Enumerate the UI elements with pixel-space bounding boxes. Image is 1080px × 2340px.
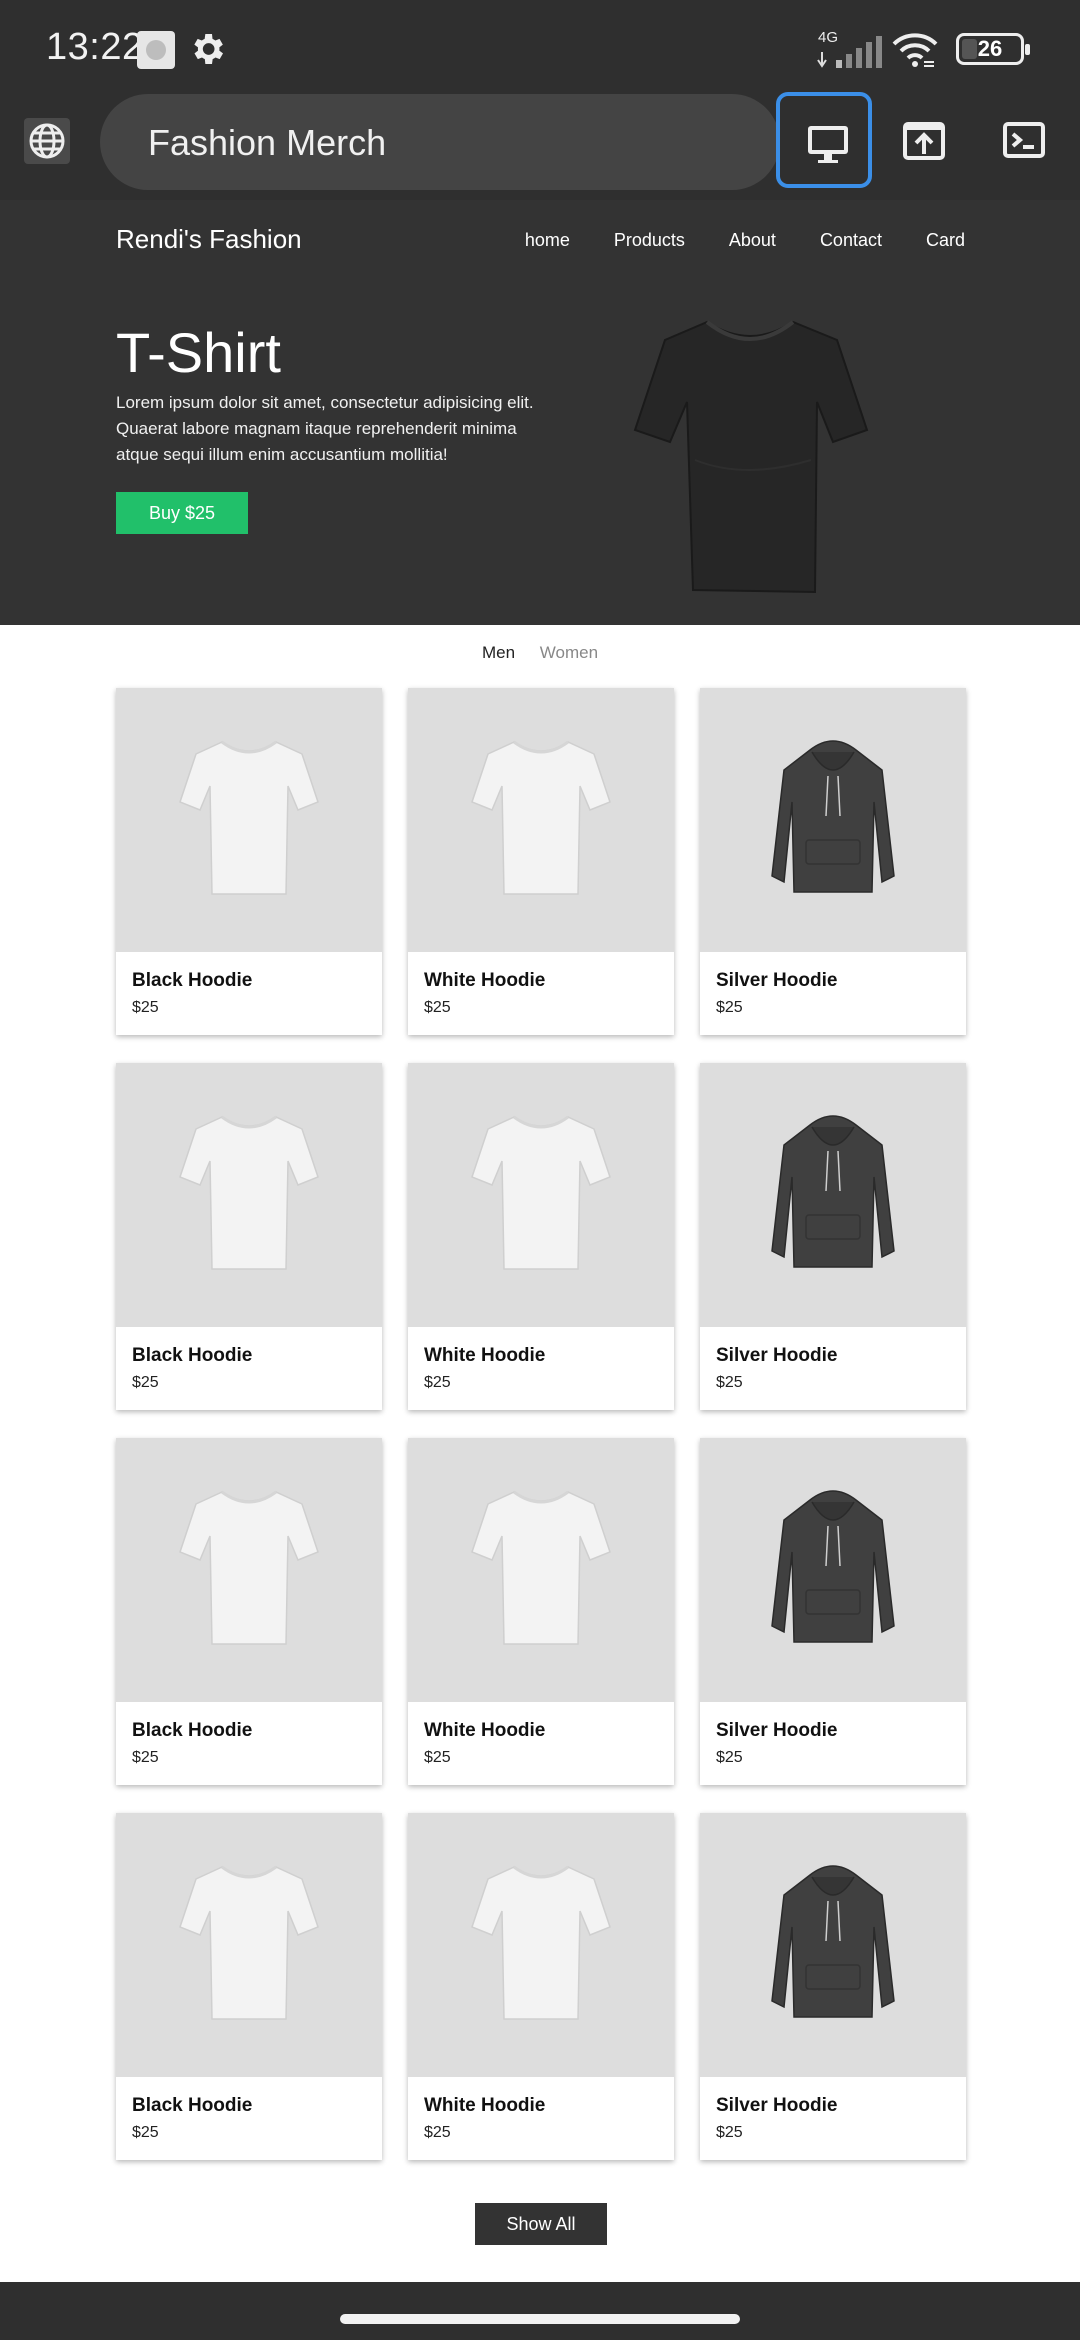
site-nav: home Products About Contact Card	[481, 230, 965, 251]
product-name: Black Hoodie	[132, 1345, 253, 1366]
product-name: Silver Hoodie	[716, 1720, 838, 1741]
home-gesture-handle[interactable]	[340, 2314, 740, 2324]
hero-title: T-Shirt	[116, 321, 281, 384]
product-price: $25	[424, 1749, 451, 1766]
product-card[interactable]: Black Hoodie $25	[116, 1813, 382, 2160]
product-name: White Hoodie	[424, 1720, 546, 1741]
product-card[interactable]: White Hoodie $25	[408, 1438, 674, 1785]
product-image	[700, 688, 966, 952]
product-name: Black Hoodie	[132, 1720, 253, 1741]
hero-description: Lorem ipsum dolor sit amet, consectetur …	[116, 393, 534, 464]
browser-toolbar: Fashion Merch	[0, 90, 1080, 200]
product-card[interactable]: Black Hoodie $25	[116, 688, 382, 1035]
nav-item-about[interactable]: About	[729, 230, 776, 251]
product-image	[700, 1813, 966, 2077]
product-card[interactable]: White Hoodie $25	[408, 688, 674, 1035]
product-name: White Hoodie	[424, 2095, 546, 2116]
product-card[interactable]: Silver Hoodie $25	[700, 1813, 966, 2160]
hero-tshirt-image	[633, 320, 869, 594]
screen-record-icon	[137, 31, 175, 69]
product-image	[700, 1438, 966, 1702]
product-image	[700, 1063, 966, 1327]
white-tshirt-icon	[179, 1490, 319, 1645]
address-bar-text: Fashion Merch	[148, 122, 387, 163]
site-brand[interactable]: Rendi's Fashion	[116, 224, 302, 255]
white-tshirt-icon	[471, 1115, 611, 1270]
product-price: $25	[132, 1749, 159, 1766]
product-name: Silver Hoodie	[716, 2095, 838, 2116]
product-image	[408, 688, 674, 952]
product-price: $25	[424, 999, 451, 1016]
product-card[interactable]: Black Hoodie $25	[116, 1438, 382, 1785]
product-name: White Hoodie	[424, 1345, 546, 1366]
nav-item-card[interactable]: Card	[926, 230, 965, 251]
wifi-icon	[892, 33, 938, 67]
nav-item-contact[interactable]: Contact	[820, 230, 882, 251]
battery-icon: 26	[956, 33, 1030, 65]
nav-item-home[interactable]: home	[525, 230, 570, 251]
product-card[interactable]: Silver Hoodie $25	[700, 1438, 966, 1785]
product-price: $25	[424, 1374, 451, 1391]
white-tshirt-icon	[179, 1865, 319, 2020]
desktop-monitor-icon	[808, 126, 848, 163]
show-all-button[interactable]: Show All	[475, 2203, 607, 2245]
dark-hoodie-icon	[771, 1865, 895, 2018]
dark-hoodie-icon	[771, 1490, 895, 1643]
product-image	[116, 1063, 382, 1327]
share-upload-icon	[903, 122, 945, 160]
product-image	[116, 1813, 382, 2077]
product-name: White Hoodie	[424, 970, 546, 991]
tab-men[interactable]: Men	[482, 643, 515, 663]
product-name: Silver Hoodie	[716, 970, 838, 991]
desktop-view-button[interactable]	[776, 92, 872, 188]
tab-women[interactable]: Women	[540, 643, 598, 663]
product-image	[116, 1438, 382, 1702]
nav-item-products[interactable]: Products	[614, 230, 685, 251]
product-price: $25	[716, 2124, 743, 2141]
product-card[interactable]: White Hoodie $25	[408, 1063, 674, 1410]
product-price: $25	[424, 2124, 451, 2141]
product-card[interactable]: Silver Hoodie $25	[700, 1063, 966, 1410]
product-name: Silver Hoodie	[716, 1345, 838, 1366]
settings-gear-icon	[194, 34, 223, 64]
site-header-hero: Rendi's Fashion home Products About Cont…	[0, 200, 1080, 625]
status-time: 13:22	[46, 26, 144, 68]
terminal-icon	[1003, 122, 1045, 158]
white-tshirt-icon	[471, 740, 611, 895]
product-price: $25	[132, 1374, 159, 1391]
product-name: Black Hoodie	[132, 2095, 253, 2116]
white-tshirt-icon	[179, 740, 319, 895]
white-tshirt-icon	[179, 1115, 319, 1270]
product-image	[116, 688, 382, 952]
product-image	[408, 1438, 674, 1702]
terminal-button[interactable]	[976, 92, 1072, 188]
signal-strength-icon	[817, 36, 882, 68]
category-tabs: Men Women	[0, 643, 1080, 663]
share-button[interactable]	[876, 92, 972, 188]
white-tshirt-icon	[471, 1865, 611, 2020]
battery-percent: 26	[977, 36, 1003, 61]
white-tshirt-icon	[471, 1490, 611, 1645]
product-image	[408, 1063, 674, 1327]
product-price: $25	[132, 2124, 159, 2141]
globe-icon[interactable]	[24, 118, 70, 164]
product-price: $25	[716, 999, 743, 1016]
product-price: $25	[132, 999, 159, 1016]
product-card[interactable]: Silver Hoodie $25	[700, 688, 966, 1035]
gesture-navigation-bar	[0, 2282, 1080, 2340]
product-card[interactable]: White Hoodie $25	[408, 1813, 674, 2160]
dark-hoodie-icon	[771, 1115, 895, 1268]
product-card[interactable]: Black Hoodie $25	[116, 1063, 382, 1410]
product-price: $25	[716, 1374, 743, 1391]
dark-hoodie-icon	[771, 740, 895, 893]
address-bar[interactable]: Fashion Merch	[100, 94, 780, 190]
buy-button[interactable]: Buy $25	[116, 492, 248, 534]
product-image	[408, 1813, 674, 2077]
status-bar: 13:22 4G 26	[0, 0, 1080, 90]
product-price: $25	[716, 1749, 743, 1766]
product-name: Black Hoodie	[132, 970, 253, 991]
